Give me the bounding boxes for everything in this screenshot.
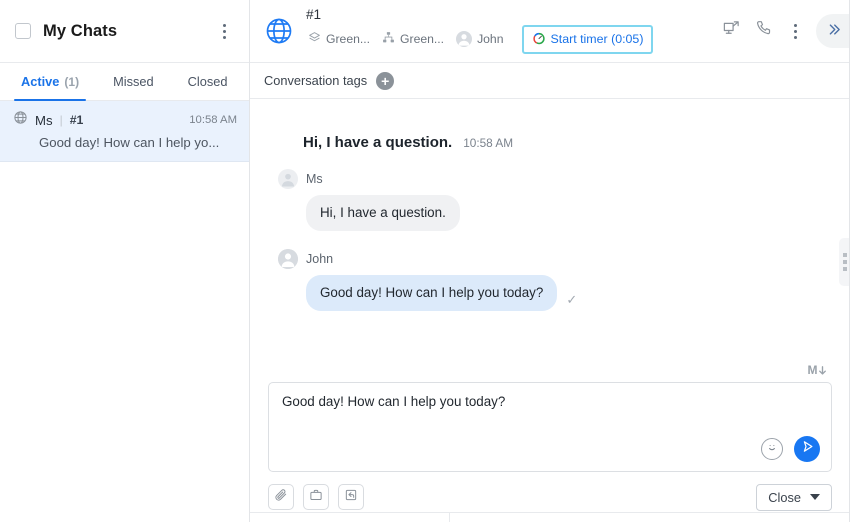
expand-panel-button[interactable] bbox=[816, 14, 850, 48]
reply-template-icon bbox=[344, 488, 358, 507]
more-options-button[interactable] bbox=[780, 16, 810, 46]
tab-closed[interactable]: Closed bbox=[171, 63, 245, 100]
chat-sidebar: My Chats Active (1) Missed Closed Ms | #… bbox=[0, 0, 250, 522]
markdown-label: M bbox=[807, 363, 818, 377]
emoji-smiley-icon bbox=[765, 440, 779, 459]
select-all-checkbox[interactable] bbox=[15, 23, 31, 39]
chat-item-preview: Good day! How can I help yo... bbox=[39, 135, 220, 150]
message-author-name: Ms bbox=[306, 172, 323, 186]
message-bubble-row: Hi, I have a question. bbox=[270, 189, 830, 232]
meta-department-label: Green... bbox=[326, 32, 371, 47]
chevron-double-right-icon bbox=[826, 22, 841, 41]
sidebar-tabs: Active (1) Missed Closed bbox=[0, 63, 249, 101]
list-item[interactable]: Ms | #1 10:58 AM Good day! How can I hel… bbox=[0, 101, 249, 162]
message-group-agent: John Good day! How can I help you today?… bbox=[270, 249, 830, 312]
page-title: My Chats bbox=[43, 21, 118, 40]
kebab-menu-icon bbox=[784, 20, 806, 42]
message-bubble-row: Good day! How can I help you today? ✓ bbox=[270, 269, 830, 312]
attach-file-button[interactable] bbox=[268, 484, 294, 510]
phone-icon bbox=[754, 19, 773, 43]
transfer-button[interactable] bbox=[338, 484, 364, 510]
screen-share-button[interactable] bbox=[716, 16, 746, 46]
conversation-meta: Green... Green... John Start timer (0:05… bbox=[306, 24, 654, 54]
chat-item-time: 10:58 AM bbox=[189, 114, 237, 126]
chat-item-number: #1 bbox=[69, 113, 84, 127]
conversation-header: #1 Green... Green... John Start timer (0… bbox=[250, 0, 850, 63]
chat-item-header: Ms | #1 10:58 AM bbox=[13, 110, 237, 130]
conversation-tags-label: Conversation tags bbox=[264, 73, 368, 88]
chat-list: Ms | #1 10:58 AM Good day! How can I hel… bbox=[0, 101, 249, 522]
screen-share-icon bbox=[722, 19, 741, 43]
message-input-box[interactable]: Good day! How can I help you today? bbox=[268, 382, 832, 472]
message-thread: Hi, I have a question. 10:58 AM Ms Hi, I… bbox=[250, 99, 850, 363]
header-actions bbox=[716, 14, 850, 48]
paperclip-icon bbox=[274, 488, 288, 507]
send-icon bbox=[800, 439, 815, 459]
send-button[interactable] bbox=[794, 436, 820, 462]
add-tag-button[interactable]: + bbox=[376, 71, 395, 90]
tab-active[interactable]: Active (1) bbox=[4, 63, 96, 101]
user-avatar-icon bbox=[456, 31, 473, 48]
message-bubble: Hi, I have a question. bbox=[306, 195, 460, 232]
conversation-tags-bar: Conversation tags + bbox=[250, 63, 850, 99]
tab-missed[interactable]: Missed bbox=[96, 63, 171, 100]
globe-icon bbox=[264, 16, 298, 46]
sidebar-header: My Chats bbox=[0, 0, 249, 63]
meta-agent[interactable]: John bbox=[454, 29, 509, 49]
conversation-id: #1 bbox=[306, 7, 322, 23]
agent-avatar-icon bbox=[278, 249, 298, 270]
chat-item-name: Ms bbox=[35, 112, 53, 128]
globe-icon bbox=[13, 110, 28, 130]
caret-down-icon bbox=[810, 494, 820, 500]
message-group-customer: Ms Hi, I have a question. bbox=[270, 169, 830, 232]
canned-response-button[interactable] bbox=[303, 484, 329, 510]
message-author-row: Ms bbox=[278, 169, 830, 189]
first-message-text: Hi, I have a question. bbox=[303, 134, 453, 151]
close-conversation-button[interactable]: Close bbox=[756, 483, 832, 511]
first-message-time: 10:58 AM bbox=[463, 136, 514, 150]
footer-divider-segment bbox=[250, 513, 450, 522]
conversation-info: #1 Green... Green... John Start timer (0… bbox=[306, 7, 654, 54]
briefcase-icon bbox=[309, 488, 323, 507]
start-timer-button[interactable]: Start timer (0:05) bbox=[521, 24, 654, 54]
composer-toolbar: M bbox=[268, 363, 832, 377]
tab-active-label: Active bbox=[21, 74, 60, 89]
thread-first-message: Hi, I have a question. 10:58 AM bbox=[303, 134, 830, 151]
tab-closed-label: Closed bbox=[187, 74, 228, 89]
message-author-row: John bbox=[278, 249, 830, 270]
tab-missed-label: Missed bbox=[113, 74, 154, 89]
call-button[interactable] bbox=[748, 16, 778, 46]
chat-item-separator: | bbox=[59, 113, 63, 127]
chat-application: My Chats Active (1) Missed Closed Ms | #… bbox=[0, 0, 850, 522]
start-timer-label: Start timer (0:05) bbox=[550, 32, 644, 47]
kebab-menu-icon[interactable] bbox=[213, 20, 235, 42]
markdown-icon[interactable]: M bbox=[808, 363, 829, 377]
timer-icon bbox=[532, 31, 546, 48]
org-chart-icon bbox=[382, 31, 395, 47]
conversation-panel: #1 Green... Green... John Start timer (0… bbox=[250, 0, 850, 522]
message-author-name: John bbox=[306, 252, 334, 267]
meta-department[interactable]: Green... bbox=[306, 29, 376, 49]
layers-icon bbox=[308, 31, 321, 47]
message-status-icon: ✓ bbox=[566, 292, 578, 308]
emoji-button[interactable] bbox=[761, 438, 783, 460]
customer-avatar-icon bbox=[278, 169, 298, 189]
composer-area: M Good day! How can I help you today? bbox=[250, 363, 850, 472]
meta-group-label: Green... bbox=[400, 32, 445, 47]
meta-group[interactable]: Green... bbox=[380, 29, 450, 49]
message-input[interactable]: Good day! How can I help you today? bbox=[282, 394, 818, 409]
tab-active-count: (1) bbox=[64, 74, 80, 89]
composer-actions bbox=[761, 436, 820, 462]
meta-agent-label: John bbox=[477, 32, 504, 47]
message-bubble: Good day! How can I help you today? bbox=[306, 275, 558, 312]
close-button-label: Close bbox=[768, 489, 801, 505]
